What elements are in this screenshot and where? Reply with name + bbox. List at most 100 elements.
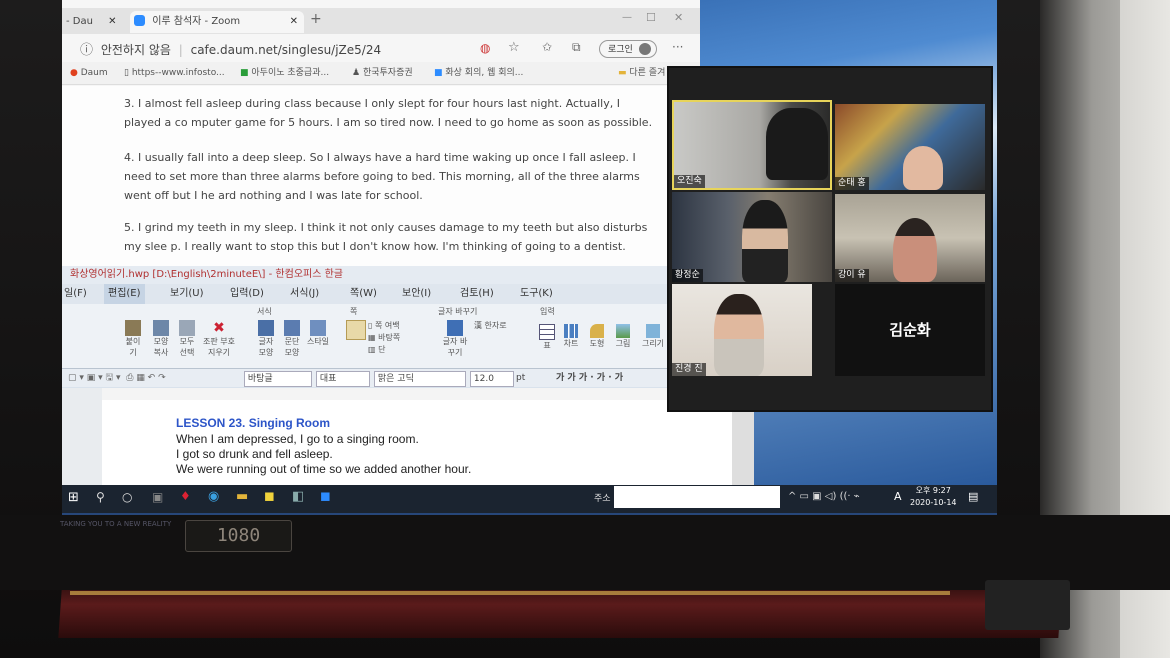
url-field[interactable]: ⓘ 안전하지 않음 | cafe.daum.net/singlesu/jZe5/… (80, 40, 600, 60)
more-icon[interactable]: ··· (672, 40, 683, 54)
window-close-icon[interactable]: ✕ (674, 11, 683, 24)
lesson-line: I got so drunk and fell asleep. (176, 447, 333, 461)
new-tab-icon[interactable]: + (310, 11, 322, 27)
search-icon[interactable]: ⚲ (96, 490, 105, 504)
toolbar-icons[interactable]: ▢ ▾ ▣ ▾ 🖫 ▾ ⎙ ▦ ↶ ↷ (68, 369, 166, 387)
file-explorer-icon[interactable]: ▬ (236, 489, 248, 504)
bookmark-label: Daum (80, 68, 108, 78)
windows-start-icon[interactable]: ⊞ (68, 490, 79, 505)
button-label: 그림 (615, 339, 631, 348)
paste-button[interactable]: 붙이기 (122, 320, 144, 358)
menu-format[interactable]: 서식(J) (290, 284, 319, 304)
minimize-icon[interactable]: — (622, 12, 632, 23)
chart-button[interactable]: 차트 (562, 324, 580, 349)
bookmark-item[interactable]: ● Daum (70, 62, 108, 84)
para-shape-button[interactable]: 문단 모양 (280, 320, 304, 358)
participant-name: 오진숙 (674, 175, 705, 188)
hwp-document-page[interactable]: LESSON 23. Singing Room When I am depres… (102, 400, 732, 486)
bookmark-item[interactable]: ♟ 한국투자증권 (352, 62, 413, 84)
collections-icon[interactable]: ⧉ (572, 40, 581, 55)
bookmark-item[interactable]: ▯ https--www.infosto... (124, 62, 225, 84)
clock[interactable]: 오후 9:27 2020-10-14 (910, 485, 957, 509)
page-margin-button[interactable]: ▯ 쪽 여백 (368, 320, 400, 332)
maximize-icon[interactable]: ☐ (646, 11, 656, 24)
draw-button[interactable]: 그리기 (640, 324, 666, 349)
hwp-menu-bar: 일(F) 편집(E) 보기(U) 입력(D) 서식(J) 쪽(W) 보안(I) … (62, 284, 702, 304)
lesson-lines: When I am depressed, I go to a singing r… (176, 432, 471, 477)
favorites-icon[interactable]: ✩ (542, 40, 552, 54)
participant-tile[interactable]: 순태 홍 (835, 104, 985, 190)
button-label: 단 (378, 345, 386, 354)
char-shape-button[interactable]: 글자 모양 (254, 320, 278, 358)
tab-zoom[interactable]: 이루 참석자 - Zoom ✕ (130, 11, 304, 33)
hanja-button[interactable]: 漢 한자로 (474, 320, 507, 331)
menu-page[interactable]: 쪽(W) (350, 284, 377, 304)
menu-tools[interactable]: 도구(K) (520, 284, 553, 304)
article-paragraph: 4. I usually fall into a deep sleep. So … (124, 151, 640, 202)
menu-security[interactable]: 보안(I) (402, 284, 431, 304)
table-button[interactable]: 표 (538, 324, 556, 351)
zoom-app-icon[interactable]: ◼ (320, 489, 331, 504)
login-button[interactable]: 로그인 (599, 40, 657, 58)
tracking-icon[interactable]: ◍ (480, 41, 490, 55)
font-select[interactable]: 맑은 고딕 (374, 371, 466, 387)
participant-video (714, 294, 764, 376)
style-button[interactable]: 스타일 (306, 320, 330, 347)
task-view-icon[interactable]: ▣ (152, 490, 163, 504)
format-copy-button[interactable]: 모양 복사 (150, 320, 172, 358)
participant-tile-no-video[interactable]: 김순화 (835, 284, 985, 376)
participant-tile[interactable]: 오진숙 (672, 100, 832, 190)
participant-tile[interactable]: 강이 유 (835, 194, 985, 282)
clock-date: 2020-10-14 (910, 498, 957, 507)
menu-review[interactable]: 검토(H) (460, 284, 494, 304)
clear-marks-button[interactable]: ✖ 조판 부호 지우기 (202, 320, 236, 358)
ime-indicator[interactable]: A (894, 490, 902, 503)
star-icon[interactable]: ☆ (508, 40, 520, 55)
close-icon[interactable]: ✕ (290, 11, 298, 33)
participant-tile[interactable]: 진경 진 (672, 284, 812, 376)
hwp-app-icon[interactable]: ◧ (292, 489, 304, 504)
shape-button[interactable]: 도형 (588, 324, 606, 349)
notification-icon[interactable]: ▤ (968, 490, 978, 503)
picture-button[interactable]: 그림 (614, 324, 632, 349)
bookmark-item[interactable]: ■ 아두이노 초중급과... (240, 62, 329, 84)
menu-insert[interactable]: 입력(D) (230, 284, 264, 304)
cortana-icon[interactable]: ○ (122, 490, 132, 504)
menu-edit[interactable]: 편집(E) (104, 284, 145, 304)
style-icon (310, 320, 326, 336)
taskbar-address-input[interactable] (614, 486, 780, 508)
hwp-side-panel (62, 388, 102, 486)
menu-view[interactable]: 보기(U) (170, 284, 204, 304)
page-setup-icon[interactable] (346, 320, 366, 340)
bookmark-item[interactable]: ▬ 다른 즐겨 (618, 62, 665, 84)
eraser-icon: ✖ (213, 320, 225, 336)
pinned-app-icon[interactable]: ♦ (180, 489, 191, 503)
button-label: 글자 바꾸기 (442, 337, 468, 357)
bookmark-label: https--www.infosto... (131, 68, 225, 78)
hwp-scrollbar[interactable] (732, 400, 754, 486)
url-text: cafe.daum.net/singlesu/jZe5/24 (190, 43, 382, 57)
select-all-button[interactable]: 모두 선택 (176, 320, 198, 358)
clock-time: 오후 9:27 (915, 486, 951, 495)
tab-daum[interactable]: - Dau ✕ (66, 11, 126, 33)
bookmark-item[interactable]: ■ 화상 회의, 웹 회의... (434, 62, 523, 84)
size-input[interactable]: 12.0 (470, 371, 514, 387)
font-type-select[interactable]: 대표 (316, 371, 370, 387)
info-icon[interactable]: ⓘ (80, 43, 93, 58)
char-replace-button[interactable]: 글자 바꾸기 (442, 320, 468, 358)
laptop-screen: - Dau ✕ 이루 참석자 - Zoom ✕ + — ☐ ✕ ⓘ 안전하지 않… (62, 0, 997, 515)
edge-icon[interactable]: ◉ (208, 489, 219, 504)
tray-icons[interactable]: ^ ▭ ▣ ◁) ((· ⌁ (788, 491, 860, 502)
size-value: 12.0 (473, 374, 494, 384)
participant-name: 강이 유 (835, 269, 869, 282)
text-format-icons[interactable]: 가 가 가 · 가 · 가 (556, 369, 623, 387)
article-paragraph: 3. I almost fell asleep during class bec… (124, 97, 653, 129)
participant-tile[interactable]: 황정순 (672, 192, 832, 282)
column-button[interactable]: ▥ 단 (368, 344, 400, 356)
close-icon[interactable]: ✕ (108, 16, 116, 27)
master-page-button[interactable]: ▦ 바탕쪽 (368, 332, 400, 344)
style-select[interactable]: 바탕글 (244, 371, 312, 387)
kakaotalk-icon[interactable]: ◼ (264, 489, 275, 504)
hwp-format-toolbar: ▢ ▾ ▣ ▾ 🖫 ▾ ⎙ ▦ ↶ ↷ 바탕글 대표 맑은 고딕 12.0 pt… (62, 369, 702, 387)
menu-file[interactable]: 일(F) (64, 284, 87, 304)
